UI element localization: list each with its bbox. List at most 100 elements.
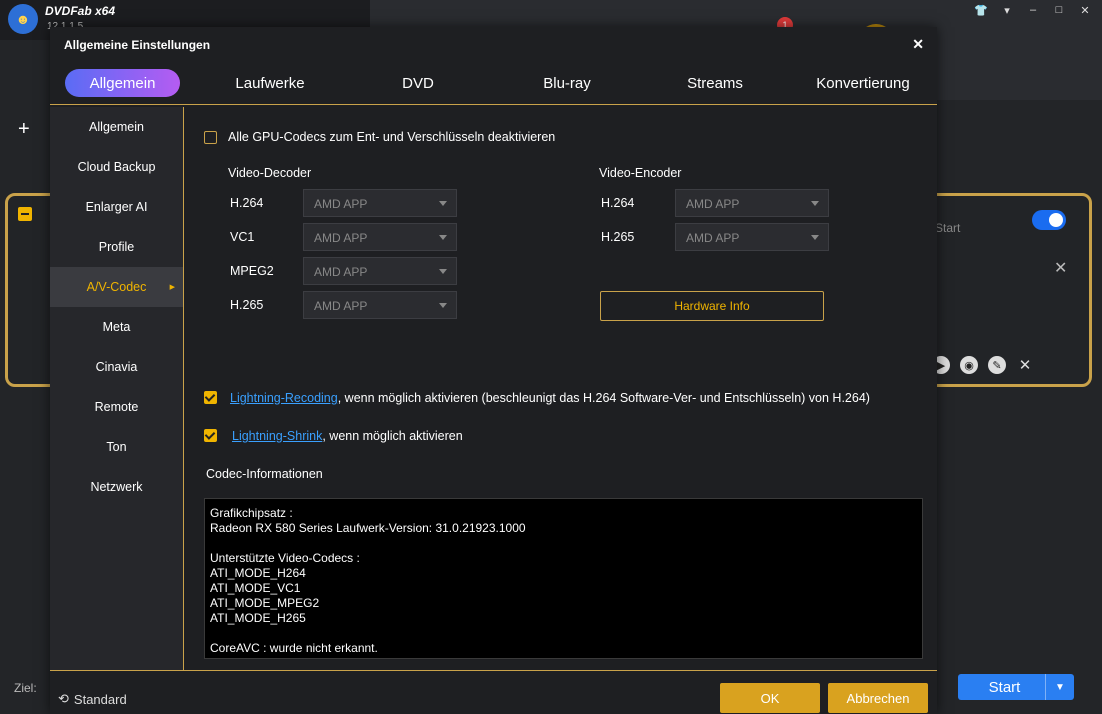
- dialog-close-icon[interactable]: ✕: [912, 36, 924, 53]
- tab-konvertierung[interactable]: Konvertierung: [808, 69, 918, 97]
- tab-laufwerke[interactable]: Laufwerke: [220, 69, 320, 97]
- dropdown-arrow-icon: [439, 201, 447, 206]
- sidebar-item-label: A/V-Codec: [86, 280, 147, 294]
- sidebar-item-remote[interactable]: Remote: [50, 387, 183, 427]
- decoder-codec-h264: H.264: [230, 196, 264, 210]
- tab-blu-ray[interactable]: Blu-ray: [522, 69, 612, 97]
- decoder-codec-h265: H.265: [230, 298, 264, 312]
- content-divider: [183, 107, 184, 670]
- dropdown-arrow-icon: [811, 201, 819, 206]
- decoder-h265-select[interactable]: AMD APP: [303, 291, 457, 319]
- codec-info-line: [210, 626, 917, 641]
- restore-default-label: Standard: [73, 691, 127, 707]
- sidebar-item-av-codec[interactable]: A/V-Codec ▶: [50, 267, 183, 307]
- tab-allgemein[interactable]: Allgemein: [65, 69, 180, 97]
- encoder-h264-select[interactable]: AMD APP: [675, 189, 829, 217]
- decoder-mpeg2-select[interactable]: AMD APP: [303, 257, 457, 285]
- codec-info-heading: Codec-Informationen: [206, 467, 323, 481]
- tab-dvd[interactable]: DVD: [378, 69, 458, 97]
- sidebar-item-allgemein[interactable]: Allgemein: [50, 107, 183, 147]
- start-button-label: Start: [988, 678, 1021, 696]
- collapse-task-icon[interactable]: [18, 207, 32, 221]
- maximize-icon[interactable]: □: [1052, 4, 1066, 17]
- app-name: DVDFab x64: [45, 4, 116, 18]
- lightning-shrink-link[interactable]: Lightning-Shrink: [232, 429, 322, 443]
- remove-icon[interactable]: ✕: [1016, 356, 1034, 374]
- lightning-shrink-text: , wenn möglich aktivieren: [322, 429, 463, 443]
- sidebar-item-cinavia[interactable]: Cinavia: [50, 347, 183, 387]
- add-source-icon[interactable]: +: [18, 118, 30, 141]
- encoder-h265-select[interactable]: AMD APP: [675, 223, 829, 251]
- task-start-toggle[interactable]: [1032, 210, 1066, 230]
- encoder-heading: Video-Encoder: [599, 166, 682, 180]
- sidebar-item-netzwerk[interactable]: Netzwerk: [50, 467, 183, 507]
- decoder-codec-mpeg2: MPEG2: [230, 264, 274, 278]
- gpu-disable-label: Alle GPU-Codecs zum Ent- und Verschlüsse…: [228, 130, 556, 144]
- sidebar-item-label: Meta: [102, 320, 131, 334]
- sidebar-item-label: Cloud Backup: [77, 160, 156, 174]
- dropdown-arrow-icon: [811, 235, 819, 240]
- ok-button[interactable]: OK: [720, 683, 820, 713]
- codec-info-line: ATI_MODE_H264: [210, 566, 306, 580]
- sidebar-item-label: Enlarger AI: [85, 200, 148, 214]
- menu-dropdown-icon[interactable]: ▾: [1000, 4, 1014, 17]
- sidebar-item-profile[interactable]: Profile: [50, 227, 183, 267]
- edit-icon[interactable]: ✎: [988, 356, 1006, 374]
- select-value: AMD APP: [314, 299, 368, 313]
- decoder-vc1-select[interactable]: AMD APP: [303, 223, 457, 251]
- sidebar-item-label: Cinavia: [95, 360, 138, 374]
- window-close-icon[interactable]: ✕: [1078, 4, 1092, 17]
- sidebar-item-cloud-backup[interactable]: Cloud Backup: [50, 147, 183, 187]
- codec-info-line: Unterstützte Video-Codecs :: [210, 551, 360, 565]
- sidebar-item-meta[interactable]: Meta: [50, 307, 183, 347]
- lightning-recoding-link[interactable]: Lightning-Recoding: [230, 391, 338, 405]
- hardware-info-button[interactable]: Hardware Info: [600, 291, 824, 321]
- plugin-icon[interactable]: ◉: [960, 356, 978, 374]
- minimize-icon[interactable]: –: [1026, 4, 1040, 17]
- codec-info-line: ATI_MODE_H265: [210, 611, 306, 625]
- sidebar-item-label: Netzwerk: [90, 480, 143, 494]
- sidebar-item-enlarger-ai[interactable]: Enlarger AI: [50, 187, 183, 227]
- encoder-codec-h264: H.264: [601, 196, 635, 210]
- settings-dialog: Allgemeine Einstellungen ✕ Allgemein Lau…: [50, 27, 937, 714]
- select-value: AMD APP: [314, 265, 368, 279]
- select-value: AMD APP: [686, 231, 740, 245]
- lightning-recoding-checkbox[interactable]: [204, 391, 217, 404]
- tab-streams[interactable]: Streams: [670, 69, 760, 97]
- sidebar-item-ton[interactable]: Ton: [50, 427, 183, 467]
- task-close-icon[interactable]: ✕: [1054, 258, 1067, 278]
- decoder-h264-select[interactable]: AMD APP: [303, 189, 457, 217]
- sidebar-item-label: Profile: [98, 240, 135, 254]
- gpu-disable-checkbox[interactable]: [204, 131, 217, 144]
- window-controls: 👕 ▾ – □ ✕: [974, 4, 1092, 17]
- decoder-codec-vc1: VC1: [230, 230, 255, 244]
- start-button[interactable]: Start ▼: [958, 674, 1074, 700]
- select-value: AMD APP: [686, 197, 740, 211]
- dropdown-arrow-icon: [439, 303, 447, 308]
- cancel-button[interactable]: Abbrechen: [828, 683, 928, 713]
- codec-info-line: Grafikchipsatz :: [210, 506, 293, 520]
- lightning-shrink-checkbox[interactable]: [204, 429, 217, 442]
- settings-sidebar: Allgemein Cloud Backup Enlarger AI Profi…: [50, 107, 183, 670]
- codec-info-line: Radeon RX 580 Series Laufwerk-Version: 3…: [210, 521, 526, 535]
- footer-divider: [50, 670, 937, 671]
- start-dropdown-icon[interactable]: ▼: [1045, 674, 1074, 700]
- lightning-shrink-option: Lightning-Shrink, wenn möglich aktiviere…: [232, 429, 463, 443]
- dialog-title: Allgemeine Einstellungen: [64, 38, 211, 52]
- codec-info-line: ATI_MODE_MPEG2: [210, 596, 320, 610]
- active-arrow-icon: ▶: [169, 284, 175, 291]
- lightning-recoding-option: Lightning-Recoding, wenn möglich aktivie…: [230, 391, 870, 405]
- codec-info-textbox[interactable]: Grafikchipsatz : Radeon RX 580 Series La…: [204, 498, 923, 659]
- restore-default-button[interactable]: ⟲ Standard: [58, 691, 127, 707]
- dropdown-arrow-icon: [439, 235, 447, 240]
- sidebar-item-label: Ton: [106, 440, 127, 454]
- skin-icon[interactable]: 👕: [974, 4, 988, 17]
- sidebar-item-label: Remote: [94, 400, 139, 414]
- sidebar-item-label: Allgemein: [89, 120, 144, 134]
- reset-icon: ⟲: [58, 691, 69, 706]
- encoder-codec-h265: H.265: [601, 230, 635, 244]
- dvdfab-logo-icon: ☻: [8, 4, 38, 34]
- lightning-recoding-text: , wenn möglich aktivieren (beschleunigt …: [337, 391, 870, 405]
- tab-divider: [50, 104, 937, 105]
- tab-bar: Allgemein Laufwerke DVD Blu-ray Streams …: [50, 69, 937, 105]
